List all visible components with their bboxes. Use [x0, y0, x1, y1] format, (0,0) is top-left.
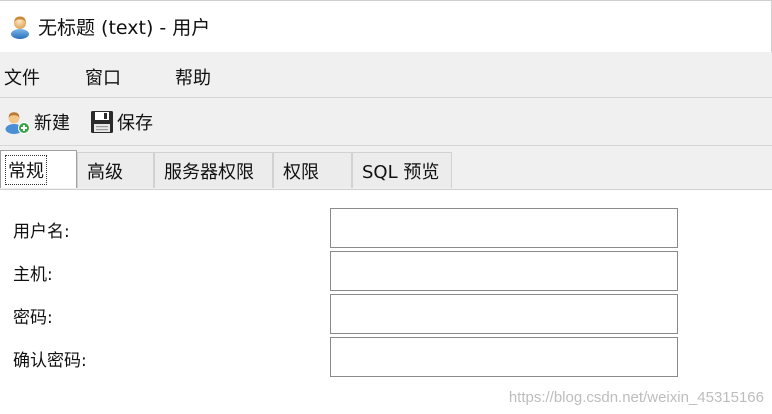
- new-button[interactable]: 新建: [4, 109, 70, 135]
- password-input[interactable]: [330, 294, 678, 334]
- title-bar: 无标题 (text) - 用户: [0, 0, 772, 52]
- confirm-password-label: 确认密码:: [13, 351, 87, 371]
- tab-server-privileges[interactable]: 服务器权限: [154, 152, 273, 188]
- toolbar: 新建 保存: [0, 98, 772, 146]
- window-title: 无标题 (text) - 用户: [38, 17, 211, 39]
- host-input[interactable]: [330, 251, 678, 291]
- menu-window[interactable]: 窗口: [85, 64, 121, 90]
- user-form: 用户名: 主机: 密码: 确认密码:: [0, 190, 772, 414]
- tab-privileges[interactable]: 权限: [273, 152, 352, 188]
- username-input[interactable]: [330, 208, 678, 248]
- save-button[interactable]: 保存: [90, 109, 153, 135]
- new-button-label: 新建: [34, 113, 70, 134]
- menu-file[interactable]: 文件: [4, 64, 40, 90]
- confirm-password-input[interactable]: [330, 337, 678, 377]
- add-user-icon: [5, 111, 30, 134]
- save-button-label: 保存: [117, 113, 153, 134]
- menu-bar: 文件 窗口 帮助: [0, 52, 772, 98]
- username-label: 用户名:: [13, 222, 70, 242]
- tab-general[interactable]: 常规: [0, 150, 77, 188]
- tab-advanced[interactable]: 高级: [77, 152, 154, 188]
- user-icon: [11, 15, 29, 39]
- watermark: https://blog.csdn.net/weixin_45315166: [508, 389, 764, 406]
- host-label: 主机:: [13, 265, 53, 285]
- floppy-disk-icon: [91, 111, 113, 133]
- tab-sql-preview[interactable]: SQL 预览: [352, 152, 452, 188]
- tab-bar: 高级 服务器权限 权限 SQL 预览 常规: [0, 146, 772, 190]
- menu-help[interactable]: 帮助: [175, 64, 211, 90]
- password-label: 密码:: [13, 308, 53, 328]
